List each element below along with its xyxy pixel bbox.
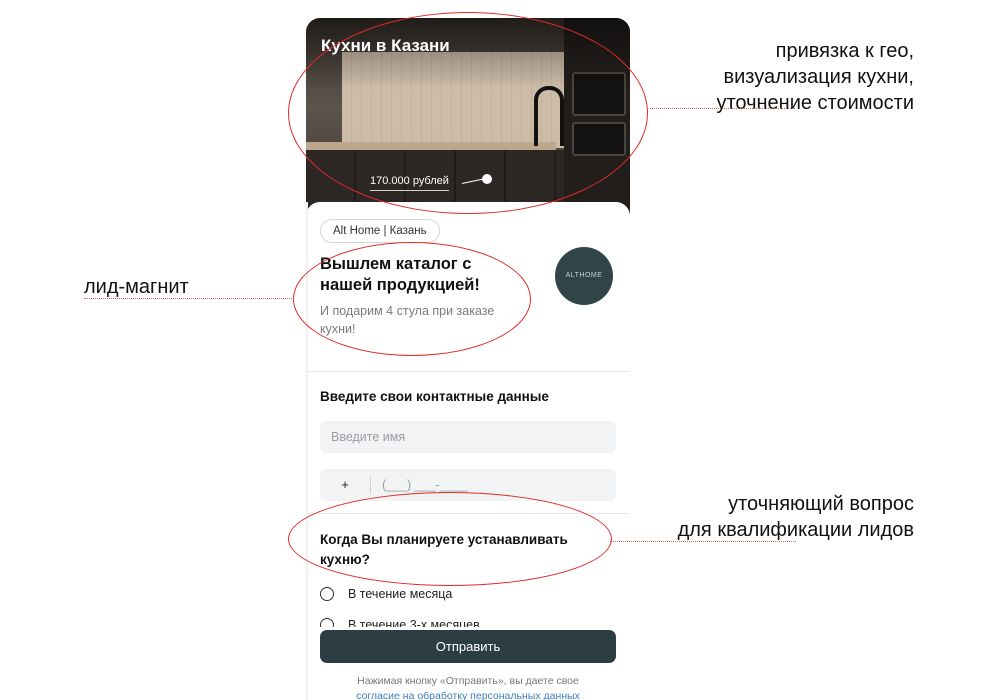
consent-text: Нажимая кнопку «Отправить», вы даете сво… <box>320 674 616 700</box>
microwave-icon <box>572 122 626 156</box>
name-input[interactable] <box>320 421 616 453</box>
radio-option[interactable]: В течение месяца <box>320 585 452 603</box>
offer-title: Вышлем каталог с нашей продукцией! <box>320 255 480 294</box>
brand-pill: Alt Home | Казань <box>320 219 440 243</box>
phone-separator <box>370 476 371 494</box>
annotation-leader-line <box>84 298 294 299</box>
annotation-qualify: уточняющий вопрос для квалификации лидов <box>678 491 914 543</box>
divider <box>306 371 630 372</box>
brand-logo: ALTHOME <box>555 247 613 305</box>
annotation-qualify-line: для квалификации лидов <box>677 519 914 541</box>
annotation-geo-line: привязка к гео, <box>775 40 914 62</box>
qualify-question: Когда Вы планируете устанавливать кухню? <box>320 532 568 567</box>
radio-circle-icon[interactable] <box>320 587 334 601</box>
annotation-leader-line <box>650 108 795 109</box>
price-pointer-dot <box>482 174 492 184</box>
annotation-qualify-line: уточняющий вопрос <box>728 493 914 515</box>
hero-title: Кухни в Казани <box>321 36 450 55</box>
annotation-geo-line: визуализация кухни, <box>723 66 914 88</box>
kitchen-hero-image: Кухни в Казани 170.000 рублей <box>306 18 630 218</box>
kitchen-countertop <box>306 142 556 150</box>
mobile-lead-form: Кухни в Казани 170.000 рублей Alt Home |… <box>306 18 630 700</box>
phone-input[interactable]: (___) ___-____ <box>382 469 467 501</box>
submit-button[interactable]: Отправить <box>320 630 616 663</box>
radio-label: В течение месяца <box>348 587 453 601</box>
annotation-leader-line <box>610 541 796 542</box>
annotation-lead-magnet: лид-магнит <box>84 276 189 298</box>
form-card: Alt Home | Казань ALTHOME Вышлем каталог… <box>306 202 630 700</box>
offer-subtitle: И подарим 4 стула при заказе кухни! <box>320 304 495 336</box>
card-edge <box>306 202 308 700</box>
annotation-geo-line: уточнение стоимости <box>716 92 914 114</box>
consent-link[interactable]: согласие на обработку персональных данны… <box>356 690 580 700</box>
country-code-button[interactable]: + <box>320 469 370 501</box>
annotation-geo: привязка к гео, визуализация кухни, уточ… <box>716 38 914 116</box>
phone-field[interactable]: + (___) ___-____ <box>320 469 616 501</box>
consent-prefix: Нажимая кнопку «Отправить», вы даете сво… <box>357 675 579 687</box>
divider <box>306 513 630 514</box>
faucet-icon <box>534 86 564 146</box>
contacts-title: Введите свои контактные данные <box>320 389 549 404</box>
price-label: 170.000 рублей <box>370 175 449 191</box>
